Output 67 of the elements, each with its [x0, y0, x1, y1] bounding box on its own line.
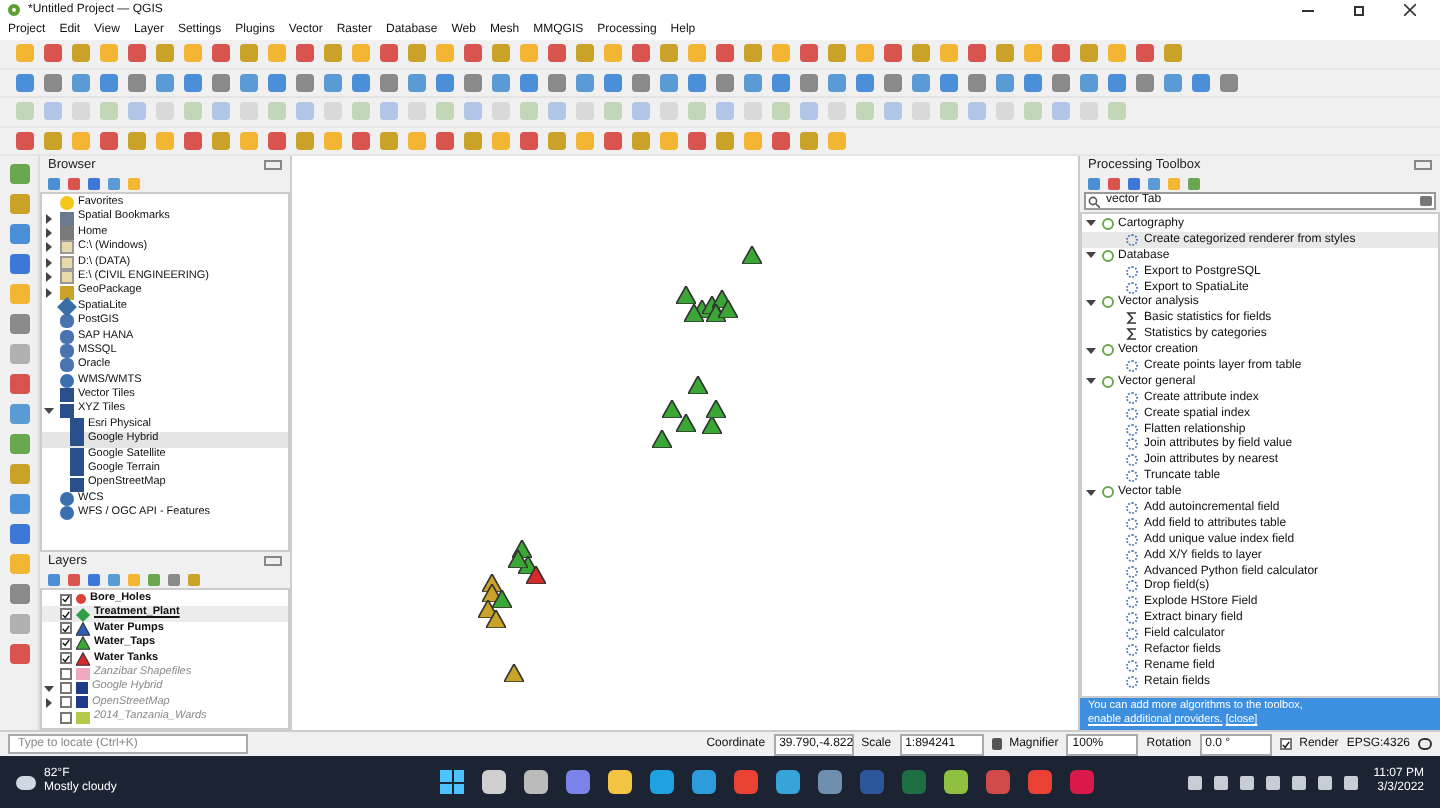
minimize-icon[interactable] [1302, 9, 1314, 11]
map-point-icon [676, 414, 696, 432]
taskbar-app-icon[interactable] [776, 770, 800, 794]
close-icon[interactable] [1404, 4, 1416, 16]
map-point-icon [676, 286, 696, 304]
checkbox[interactable] [60, 637, 72, 650]
taskbar-app-icon[interactable] [650, 770, 674, 794]
taskbar-app-icon[interactable] [566, 770, 590, 794]
map-point-icon [706, 304, 726, 322]
taskbar-app-icon[interactable] [482, 770, 506, 794]
qgis-logo-icon [1102, 217, 1114, 230]
checkbox[interactable] [60, 667, 72, 680]
clear-icon[interactable] [1420, 196, 1432, 206]
map-point-icon [702, 416, 722, 434]
expand-caret-icon[interactable] [44, 242, 56, 253]
lock-icon[interactable] [991, 738, 1002, 750]
expand-caret-icon[interactable] [1086, 376, 1098, 387]
panel-controls-icon[interactable] [264, 160, 282, 170]
qgis-logo-icon [1102, 249, 1114, 262]
taskbar-app-icon[interactable] [944, 770, 968, 794]
taskbar-app-icon[interactable] [608, 770, 632, 794]
map-point-icon [478, 600, 498, 618]
checkbox[interactable] [60, 696, 72, 709]
map-point-icon [652, 430, 672, 448]
qgis-logo-icon [1102, 344, 1114, 357]
map-point-icon [662, 400, 682, 418]
checkbox[interactable] [60, 682, 72, 695]
panel-controls-icon[interactable] [264, 556, 282, 566]
map-point-icon [688, 376, 708, 394]
globe-icon [60, 373, 74, 388]
qgis-logo-icon [1102, 375, 1114, 388]
checkbox[interactable] [60, 622, 72, 635]
expand-caret-icon[interactable] [1086, 487, 1098, 498]
qgis-logo-icon [1102, 296, 1114, 309]
expand-caret-icon[interactable] [44, 257, 56, 268]
start-icon[interactable] [440, 770, 464, 794]
expand-caret-icon[interactable] [1086, 297, 1098, 308]
app-logo-icon [8, 4, 20, 16]
weather-icon[interactable] [16, 775, 36, 789]
gear-icon [1126, 359, 1138, 372]
expand-caret-icon[interactable] [44, 272, 56, 283]
qgis-logo-icon [1102, 486, 1114, 499]
expand-caret-icon[interactable] [1086, 345, 1098, 356]
taskbar-app-icon[interactable] [524, 770, 548, 794]
checkbox[interactable] [60, 593, 72, 606]
map-point-icon [718, 300, 738, 318]
map-point-icon [486, 610, 506, 628]
map-point-icon [508, 550, 528, 568]
expand-caret-icon[interactable] [44, 287, 56, 298]
map-point-icon [504, 664, 524, 682]
render-checkbox[interactable] [1279, 738, 1292, 750]
gear-icon [1126, 233, 1138, 246]
map-point-icon [526, 566, 546, 584]
messages-icon[interactable] [1418, 738, 1432, 750]
map-point-icon [492, 590, 512, 608]
expand-caret-icon[interactable] [44, 405, 56, 416]
maximize-icon[interactable] [1354, 5, 1364, 15]
taskbar-app-icon[interactable] [818, 770, 842, 794]
map-point-icon [706, 400, 726, 418]
checkbox[interactable] [60, 652, 72, 665]
checkbox[interactable] [60, 711, 72, 724]
expand-caret-icon[interactable] [44, 697, 56, 708]
taskbar-app-icon[interactable] [692, 770, 716, 794]
map-point-icon [742, 246, 762, 264]
checkbox[interactable] [60, 608, 72, 621]
panel-controls-icon[interactable] [1414, 160, 1432, 170]
search-icon [1088, 195, 1100, 207]
